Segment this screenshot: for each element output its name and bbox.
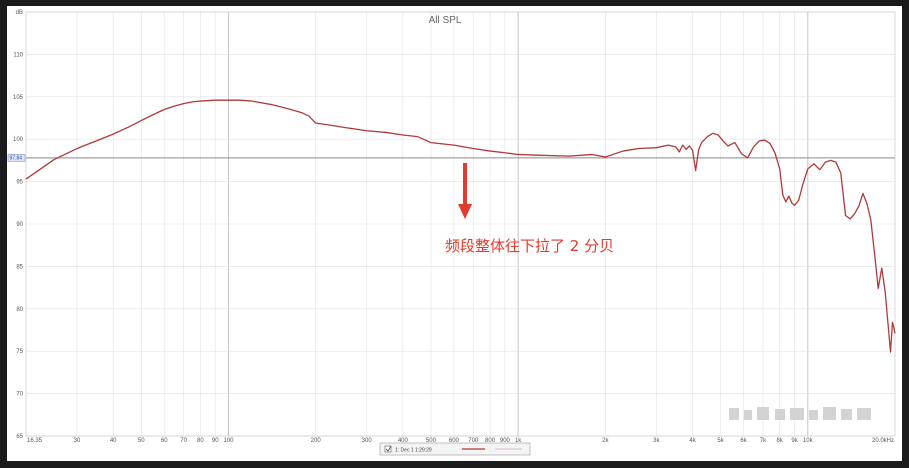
y-tick-label: 110 — [13, 52, 23, 58]
y-tick-label: 75 — [16, 349, 23, 355]
x-tick-label: 9k — [791, 438, 798, 444]
y-tick-label: 105 — [13, 95, 24, 101]
spl-chart: 97.84 16.35 30 40 50 60 70 80 90 100 200 300 400 500… — [7, 10, 896, 456]
annotation-text: 频段整体往下拉了 2 分贝 — [445, 237, 614, 255]
x-tick-label: 3k — [653, 438, 660, 444]
x-tick-label: 80 — [197, 438, 204, 444]
legend-label: 1: Dec 1 1:29:29 — [395, 448, 432, 454]
x-tick-label: 70 — [180, 438, 187, 444]
y-tick-labels: 65 70 75 80 85 90 95 100 105 110 dB — [13, 10, 24, 440]
x-tick-label: 90 — [212, 438, 219, 444]
svg-text:97.84: 97.84 — [10, 156, 23, 162]
x-tick-label: 50 — [138, 438, 145, 444]
y-tick-label: 85 — [16, 264, 23, 270]
y-tick-label: 70 — [16, 392, 23, 398]
legend[interactable]: 1: Dec 1 1:29:29 — [379, 442, 531, 456]
x-tick-label: 40 — [110, 438, 117, 444]
x-tick-label: 200 — [311, 438, 322, 444]
x-tick-label: 8k — [777, 438, 784, 444]
x-tick-label: 4k — [689, 438, 696, 444]
y-tick-label: 90 — [16, 222, 23, 228]
x-tick-label: 100 — [223, 438, 234, 444]
x-tick-label: 10k — [803, 438, 814, 444]
x-tick-label: 20.0kHz — [872, 438, 894, 444]
y-tick-label: dB — [16, 10, 23, 16]
x-tick-label: 6k — [740, 438, 747, 444]
chart-window: 97.84 16.35 30 40 50 60 70 80 90 100 200 300 400 500… — [7, 6, 902, 461]
x-tick-label: 30 — [74, 438, 81, 444]
x-tick-label: 2k — [602, 438, 609, 444]
y-tick-label: 100 — [13, 137, 24, 143]
x-tick-label: 7k — [760, 438, 767, 444]
reference-label: 97.84 — [7, 154, 26, 162]
chart-title: All SPL — [429, 15, 462, 26]
x-tick-label: 300 — [362, 438, 373, 444]
x-tick-label: 60 — [161, 438, 168, 444]
y-tick-label: 95 — [16, 180, 23, 186]
x-tick-label: 5k — [717, 438, 724, 444]
x-tick-label: 16.35 — [27, 438, 43, 444]
y-tick-label: 65 — [16, 434, 23, 440]
y-tick-label: 80 — [16, 307, 23, 313]
